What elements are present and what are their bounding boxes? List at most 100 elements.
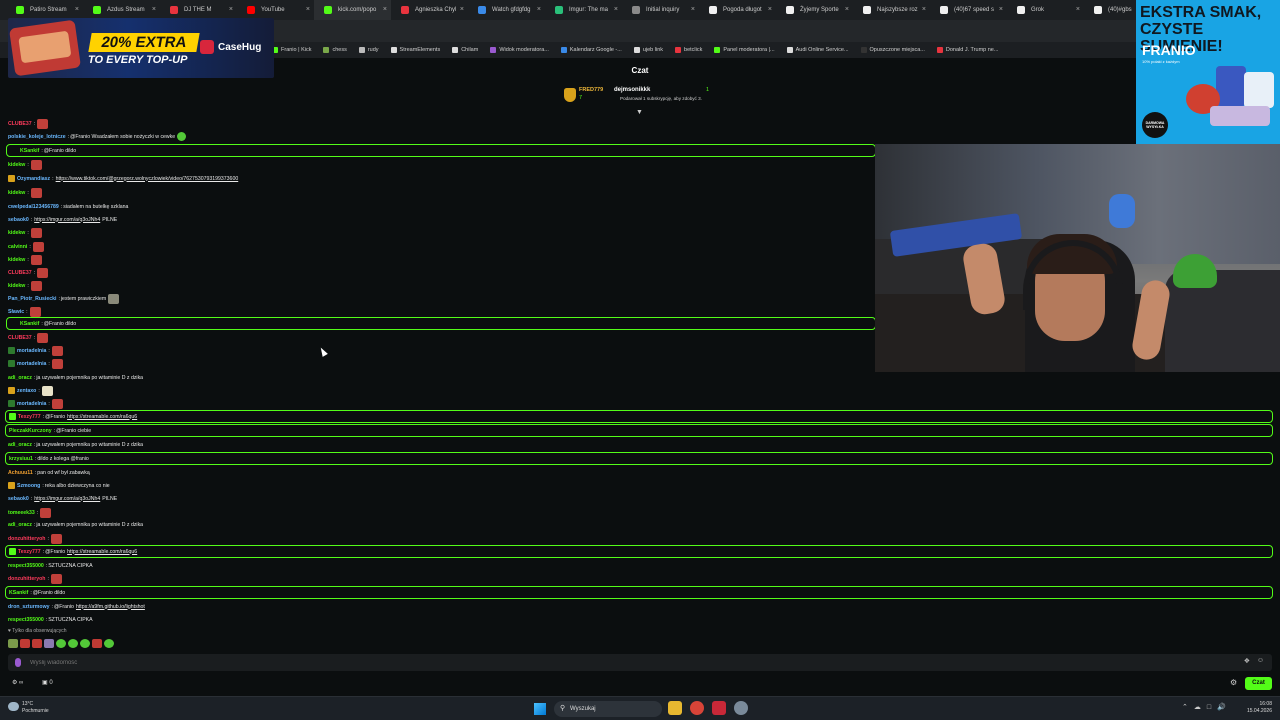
browser-tab[interactable]: kick.com/popo × xyxy=(314,0,391,20)
chat-username[interactable]: adi_oracz xyxy=(8,442,32,448)
chat-username[interactable]: respect355000 xyxy=(8,617,44,623)
system-tray[interactable]: ⌃☁□🔊 xyxy=(1182,703,1232,711)
clock[interactable]: 16:08 15.04.2026 xyxy=(1240,701,1272,715)
chat-username[interactable]: kidekw xyxy=(8,257,25,263)
close-icon[interactable]: × xyxy=(614,6,618,14)
browser-tab[interactable]: Patiro Stream × xyxy=(6,0,83,20)
browser-tab[interactable]: (40)67 speed s × xyxy=(930,0,1007,20)
chat-username[interactable]: kidekw xyxy=(8,190,25,196)
microphone-icon[interactable] xyxy=(15,658,21,667)
bookmark-item[interactable]: ujeb link xyxy=(633,47,663,53)
close-icon[interactable]: × xyxy=(537,6,541,14)
browser-tab[interactable]: Azdus Stream × xyxy=(83,0,160,20)
settings-icon[interactable]: ⚙ xyxy=(1230,678,1237,687)
browser-tab[interactable]: Imgur: The ma × xyxy=(545,0,622,20)
point-count[interactable]: ▣ 0 xyxy=(42,679,53,686)
chat-username[interactable]: Texzy777 xyxy=(18,414,41,420)
chat-username[interactable]: PieczakKurczony xyxy=(9,428,52,434)
browser-tab[interactable]: Agnieszka Chyl × xyxy=(391,0,468,20)
chat-username[interactable]: Pan_Piotr_Rusiecki xyxy=(8,296,56,302)
chat-username[interactable]: krzysiuu1 xyxy=(9,456,33,462)
smiley-icon[interactable]: ☺ xyxy=(1257,657,1264,664)
chat-username[interactable]: cwelpedal123456789 xyxy=(8,204,59,210)
chevron-down-icon[interactable]: ▼ xyxy=(636,109,643,116)
chat-username[interactable]: zentaxo xyxy=(17,388,36,394)
chat-username[interactable]: CLUBE37 xyxy=(8,270,32,276)
bookmark-item[interactable]: Widok moderatora... xyxy=(490,47,549,53)
emote-icon[interactable] xyxy=(20,639,30,648)
emote-icon[interactable] xyxy=(8,639,18,648)
chat-username[interactable]: kidekw xyxy=(8,283,25,289)
chat-username[interactable]: sebaok0 xyxy=(8,217,29,223)
chat-username[interactable]: Texzy777 xyxy=(18,549,41,555)
chat-link[interactable]: https://streamable.com/ra6qu6 xyxy=(67,549,137,555)
chat-username[interactable]: tomeeek33 xyxy=(8,510,35,516)
chat-username[interactable]: CLUBE37 xyxy=(8,121,32,127)
bookmark-item[interactable]: Franio | Kick xyxy=(272,47,311,53)
browser-tab[interactable]: DJ THE M × xyxy=(160,0,237,20)
chat-username[interactable]: KSankif xyxy=(20,321,39,327)
chat-username[interactable]: mortadelnia xyxy=(17,361,46,367)
chat-username[interactable]: Ozymandiasz xyxy=(17,176,50,182)
chat-username[interactable]: kidekw xyxy=(8,230,25,236)
close-icon[interactable]: × xyxy=(383,6,387,14)
close-icon[interactable]: × xyxy=(306,6,310,14)
emote-icon[interactable] xyxy=(44,639,54,648)
chat-username[interactable]: respect355000 xyxy=(8,563,44,569)
chat-link[interactable]: https://a9fm.github.io/lightshot xyxy=(76,604,145,610)
chat-username[interactable]: Achuuu11 xyxy=(8,470,33,476)
chat-link[interactable]: https://imgur.com/a/q3oJNh4 xyxy=(34,217,100,223)
chrome-icon[interactable] xyxy=(690,701,704,715)
close-icon[interactable]: × xyxy=(152,6,156,14)
chat-username[interactable]: mortadelnia xyxy=(17,348,46,354)
bookmark-item[interactable]: betclick xyxy=(675,47,702,53)
bookmark-item[interactable]: Donald J. Trump ne... xyxy=(936,47,998,53)
chat-username[interactable]: donzuhitteryoh xyxy=(8,536,45,542)
browser-tab[interactable]: Pogoda długot × xyxy=(699,0,776,20)
emote-icon[interactable] xyxy=(104,639,114,648)
gifter-name[interactable]: FRED779 xyxy=(579,87,603,93)
connection-status[interactable]: ⚙ ∞ xyxy=(12,679,23,686)
bookmark-item[interactable]: StreamElements xyxy=(390,47,440,53)
taskbar-search[interactable]: Wyszukaj xyxy=(554,701,662,717)
emote-icon[interactable] xyxy=(56,639,66,648)
browser-tab[interactable]: Grok × xyxy=(1007,0,1084,20)
chat-username[interactable]: donzuhitteryoh xyxy=(8,576,45,582)
chat-username[interactable]: calvinni xyxy=(8,244,27,250)
close-icon[interactable]: × xyxy=(999,6,1003,14)
close-icon[interactable]: × xyxy=(845,6,849,14)
close-icon[interactable]: × xyxy=(1076,6,1080,14)
chat-link[interactable]: https://imgur.com/a/q3oJNh4 xyxy=(34,496,100,502)
browser-tab[interactable]: Żyjemy Sporte × xyxy=(776,0,853,20)
chat-message-input[interactable] xyxy=(30,656,1230,669)
settings-icon[interactable] xyxy=(734,701,748,715)
chat-link[interactable]: https://www.tiktok.com/@grzegorz.wolnycz… xyxy=(56,176,239,182)
bookmark-item[interactable]: Chilam xyxy=(452,47,478,53)
close-icon[interactable]: × xyxy=(75,6,79,14)
file-explorer-icon[interactable] xyxy=(668,701,682,715)
emote-icon[interactable] xyxy=(80,639,90,648)
emote-icon[interactable] xyxy=(68,639,78,648)
chat-username[interactable]: sebaok0 xyxy=(8,496,29,502)
chat-username[interactable]: KSankif xyxy=(20,148,39,154)
close-icon[interactable]: × xyxy=(768,6,772,14)
close-icon[interactable]: × xyxy=(691,6,695,14)
chat-username[interactable]: Sławic xyxy=(8,309,24,315)
chat-username[interactable]: Szmoong xyxy=(17,483,40,489)
weather-widget[interactable]: 13°C Pochmurnie xyxy=(8,701,49,715)
browser-tab[interactable]: Initial inquiry × xyxy=(622,0,699,20)
close-icon[interactable]: × xyxy=(229,6,233,14)
emote-icon[interactable] xyxy=(92,639,102,648)
app-icon[interactable] xyxy=(712,701,726,715)
chat-username[interactable]: adi_oracz xyxy=(8,522,32,528)
close-icon[interactable]: × xyxy=(922,6,926,14)
send-button[interactable]: Czat xyxy=(1245,677,1272,690)
chat-username[interactable]: dron_szturmowy xyxy=(8,604,50,610)
browser-tab[interactable]: Najszybsze roz × xyxy=(853,0,930,20)
chat-link[interactable]: https://streamable.com/ra6qu6 xyxy=(67,414,137,420)
close-icon[interactable]: × xyxy=(460,6,464,14)
bookmark-item[interactable]: chess xyxy=(323,47,347,53)
chat-username[interactable]: kidekw xyxy=(8,162,25,168)
browser-tab[interactable]: YouTube × xyxy=(237,0,314,20)
emote-icon[interactable] xyxy=(32,639,42,648)
